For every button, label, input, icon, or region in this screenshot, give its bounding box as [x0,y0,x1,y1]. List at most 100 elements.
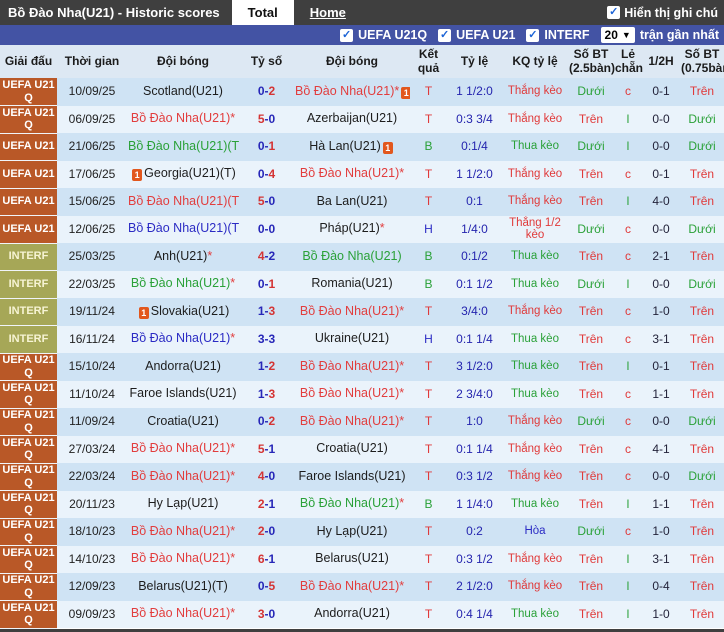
team-name[interactable]: Croatia(U21) [316,441,388,456]
team-name[interactable]: Hy Lạp(U21) [317,524,388,538]
filter-interf-checkbox[interactable]: ✓ [526,28,540,42]
over-under-2-5-cell: Dưới [568,133,614,161]
odd-even-cell: l [614,490,642,518]
home-team-cell: Bồ Đào Nha(U21)(T)* [127,133,239,161]
match-count-select[interactable]: 20 ▼ [600,27,635,43]
team-name[interactable]: Bồ Đào Nha(U21) [131,469,230,483]
team-name[interactable]: Bồ Đào Nha(U21) [131,441,230,456]
tab-home[interactable]: Home [294,0,362,25]
column-header: Đội bóng [294,45,410,78]
filter-uefa-u21-checkbox[interactable]: ✓ [438,28,452,42]
team-name[interactable]: Croatia(U21) [147,414,219,428]
away-team-cell: Ba Lan(U21) [294,188,410,216]
league-cell: INTERF [0,325,57,354]
team-name[interactable]: Slovakia(U21) [151,304,230,318]
match-row: UEFA U21 Q 20/11/23 Hy Lạp(U21) 2-1 Bồ Đào N… [0,490,724,519]
result-cell: T [410,463,447,491]
first-half-score-cell: 0-0 [642,270,680,298]
team-name[interactable]: Bồ Đào Nha(U21) [300,386,399,401]
team-name[interactable]: Andorra(U21) [314,606,390,621]
red-card-icon: 1 [401,86,410,99]
filter-uefa-u21q-checkbox[interactable]: ✓ [340,28,354,42]
home-team-cell: Bồ Đào Nha(U21)* [127,435,239,463]
score-cell: 5-1 [239,435,294,463]
team-name[interactable]: Ba Lan(U21) [317,194,388,208]
team-name[interactable]: Bồ Đào Nha(U21)(T) [128,139,239,153]
team-name[interactable]: Bồ Đào Nha(U21) [131,524,230,538]
team-name[interactable]: Bồ Đào Nha(U21) [300,579,399,593]
date-cell: 21/06/25 [57,133,127,161]
handicap-odds-cell: 3/4:0 [447,298,502,326]
team-name[interactable]: Belarus(U21)(T) [138,579,228,593]
handicap-odds-cell: 0:1 [447,188,502,216]
over-under-0-75-cell: Dưới [680,105,724,133]
tab-total[interactable]: Total [231,0,294,25]
team-name[interactable]: Bồ Đào Nha(U21) [131,331,230,346]
odd-even-cell: c [614,298,642,326]
team-name[interactable]: Andorra(U21) [145,359,221,373]
team-name[interactable]: Bồ Đào Nha(U21) [300,304,399,318]
score-cell: 4-0 [239,463,294,491]
team-name[interactable]: Georgia(U21)(T) [144,166,236,180]
team-name[interactable]: Bồ Đào Nha(U21) [302,249,401,263]
team-name[interactable]: Bồ Đào Nha(U21) [131,606,230,621]
team-name[interactable]: Bồ Đào Nha(U21) [131,111,230,126]
team-name[interactable]: Bồ Đào Nha(U21) [131,276,230,291]
column-header: KQ tỷ lệ [502,45,568,78]
team-name[interactable]: Bồ Đào Nha(U21) [295,84,394,98]
match-row: UEFA U21 Q 22/03/24 Bồ Đào Nha(U21)* 4-0 Far… [0,463,724,491]
first-half-score-cell: 0-0 [642,105,680,133]
team-name[interactable]: Hy Lạp(U21) [148,496,219,511]
team-name[interactable]: Bồ Đào Nha(U21) [131,551,230,566]
first-half-score-cell: 2-1 [642,243,680,271]
team-name[interactable]: Azerbaijan(U21) [307,111,397,126]
odds-result-cell: Thua kèo [502,270,568,298]
over-under-0-75-cell: Dưới [680,270,724,298]
team-star-marker: * [399,358,405,373]
score-cell: 0-5 [239,573,294,601]
team-name[interactable]: Faroe Islands(U21) [130,386,237,401]
team-name[interactable]: Bồ Đào Nha(U21) [300,359,399,373]
home-team-cell: Bồ Đào Nha(U21)* [127,105,239,133]
team-name[interactable]: Bồ Đào Nha(U21) [300,414,399,428]
team-name[interactable]: Bồ Đào Nha(U21)(T) [128,194,239,208]
matches-table: Giải đấu Thời gian Đội bóng Tỷ số Đội bóng Kế… [0,45,724,629]
odds-result-cell: Thua kèo [502,490,568,518]
team-name[interactable]: Romania(U21) [311,276,392,291]
odds-result-cell: Hòa [502,518,568,546]
result-cell: T [410,78,447,106]
team-star-marker: * [399,496,405,511]
over-under-0-75-cell: Dưới [680,133,724,161]
odds-result-cell: Thắng kèo [502,298,568,326]
handicap-odds-cell: 0:1 1/4 [447,435,502,463]
first-half-score-cell: 1-1 [642,490,680,518]
column-header: Kết quả [410,45,447,78]
handicap-odds-cell: 0:4 1/4 [447,600,502,628]
handicap-odds-cell: 2 3/4:0 [447,380,502,408]
team-name[interactable]: Anh(U21) [154,249,208,263]
odd-even-cell: c [614,160,642,188]
first-half-score-cell: 0-0 [642,463,680,491]
date-cell: 15/06/25 [57,188,127,216]
over-under-0-75-cell: Trên [680,573,724,601]
home-team-cell: Bồ Đào Nha(U21)* [127,463,239,491]
column-header: Đội bóng [127,45,239,78]
handicap-odds-cell: 2 1/2:0 [447,573,502,601]
show-notes-checkbox[interactable]: ✓ [607,6,621,19]
team-name[interactable]: Belarus(U21) [315,551,389,566]
team-name[interactable]: Bồ Đào Nha(U21)(T) [128,221,239,236]
over-under-0-75-cell: Trên [680,380,724,408]
over-under-2-5-cell: Dưới [568,215,614,243]
match-row: UEFA U21 12/06/25 Bồ Đào Nha(U21)(T) 0-0 Phá… [0,215,724,244]
team-name[interactable]: Hà Lan(U21) [309,139,381,153]
result-cell: T [410,380,447,408]
team-name[interactable]: Scotland(U21) [143,84,223,98]
team-star-marker: * [399,303,405,318]
odd-even-cell: c [614,463,642,491]
team-name[interactable]: Bồ Đào Nha(U21) [300,166,399,181]
team-name[interactable]: Bồ Đào Nha(U21) [300,496,399,511]
team-name[interactable]: Faroe Islands(U21) [299,469,406,483]
team-name[interactable]: Ukraine(U21) [315,331,389,346]
date-cell: 12/09/23 [57,573,127,601]
team-name[interactable]: Pháp(U21) [319,221,379,236]
